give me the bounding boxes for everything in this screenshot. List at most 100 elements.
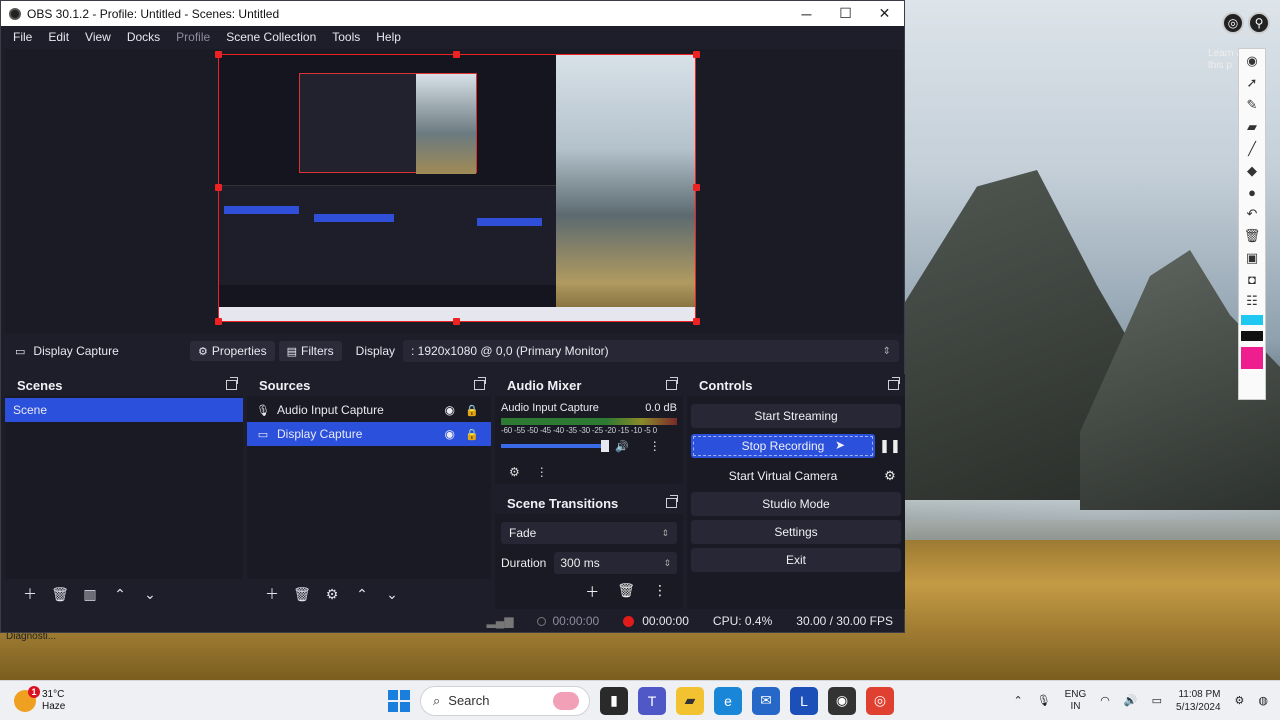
windows-start-button[interactable] <box>388 689 410 712</box>
undo-icon[interactable]: ↶ <box>1247 206 1258 222</box>
language-indicator[interactable]: ENG IN <box>1065 689 1087 713</box>
weather-widget[interactable]: 1 31°C Haze <box>14 685 65 713</box>
resize-handle[interactable] <box>215 184 222 191</box>
add-icon[interactable]: ＋ <box>257 582 287 606</box>
studio-mode-button[interactable]: Studio Mode <box>691 492 901 516</box>
more-options-icon[interactable]: ⋮ <box>653 582 667 602</box>
colorful-app-icon[interactable]: ◍ <box>1258 694 1268 707</box>
eraser-icon[interactable]: ◆ <box>1247 163 1257 179</box>
teams-icon[interactable]: T <box>638 686 666 715</box>
trash-icon[interactable]: 🗑 <box>45 582 75 606</box>
properties-button[interactable]: ⚙ Properties <box>190 341 275 361</box>
trash-icon[interactable]: 🗑 <box>1244 228 1261 244</box>
advanced-audio-icon[interactable]: ⚙ <box>509 465 520 479</box>
line-icon[interactable]: ╱ <box>1248 141 1256 157</box>
mixer-menu-icon[interactable]: ⋮ <box>536 465 548 479</box>
float-dock-icon[interactable] <box>888 377 900 390</box>
float-dock-icon[interactable] <box>666 377 678 390</box>
trash-icon[interactable]: 🗑 <box>287 582 317 606</box>
edge-icon[interactable]: e <box>714 686 742 715</box>
file-explorer-icon[interactable]: ▰ <box>676 686 704 715</box>
wifi-icon[interactable]: ◠ <box>1100 694 1110 707</box>
preview-canvas[interactable] <box>5 49 903 334</box>
volume-icon[interactable]: 🔊 <box>1124 694 1138 707</box>
float-dock-icon[interactable] <box>666 495 678 508</box>
chrome-icon[interactable]: ◎ <box>866 686 894 715</box>
microphone-icon[interactable]: 🎙 <box>1037 694 1051 707</box>
display-select[interactable]: : 1920x1080 @ 0,0 (Primary Monitor) ⇕ <box>403 340 899 362</box>
eye-icon[interactable]: ◉ <box>445 427 455 441</box>
settings-button[interactable]: Settings <box>691 520 901 544</box>
maximize-button[interactable]: ☐ <box>826 1 865 26</box>
transition-select[interactable]: Fade ⇕ <box>501 522 677 544</box>
taskbar-search[interactable]: ⌕ Search <box>420 685 590 716</box>
start-virtual-camera-button[interactable]: Start Virtual Camera <box>691 464 875 488</box>
speaker-icon[interactable]: 🔊 <box>615 440 629 453</box>
chevron-up-icon[interactable]: ⌃ <box>105 582 135 606</box>
close-button[interactable]: ✕ <box>865 1 904 26</box>
stop-recording-button[interactable]: Stop Recording ➤ <box>691 434 875 458</box>
battery-icon[interactable]: ▭ <box>1152 694 1162 707</box>
source-item-audio-input[interactable]: 🎙 Audio Input Capture ◉ 🔒 <box>247 398 491 422</box>
resize-handle[interactable] <box>215 51 222 58</box>
gear-icon[interactable]: ⚙ <box>875 464 905 488</box>
exit-button[interactable]: Exit <box>691 548 901 572</box>
float-dock-icon[interactable] <box>226 377 238 390</box>
obs-app-icon[interactable]: ◉ <box>828 686 856 715</box>
camera-icon[interactable]: ◘ <box>1248 272 1256 287</box>
chevron-down-icon[interactable]: ⌄ <box>377 582 407 606</box>
highlighter-icon[interactable]: ▰ <box>1247 119 1257 135</box>
settings-gear-icon[interactable]: ⚙ <box>1235 694 1245 707</box>
menu-tools[interactable]: Tools <box>324 30 368 44</box>
menu-help[interactable]: Help <box>368 30 409 44</box>
scene-item[interactable]: Scene <box>5 398 243 422</box>
chevron-down-icon[interactable]: ⌄ <box>135 582 165 606</box>
start-streaming-button[interactable]: Start Streaming <box>691 404 901 428</box>
lock-icon[interactable]: 🔒 <box>465 428 479 441</box>
menu-view[interactable]: View <box>77 30 119 44</box>
menu-edit[interactable]: Edit <box>40 30 77 44</box>
overlay-app-badges[interactable]: ◎ ⚲ <box>1222 12 1270 42</box>
filters-button[interactable]: ▤ Filters <box>278 341 342 361</box>
resize-handle[interactable] <box>693 318 700 325</box>
chevron-up-icon[interactable]: ⌃ <box>347 582 377 606</box>
resize-handle[interactable] <box>693 184 700 191</box>
float-dock-icon[interactable] <box>474 377 486 390</box>
minimize-button[interactable]: ─ <box>787 1 826 26</box>
screen-icon[interactable]: ▣ <box>1246 250 1258 266</box>
filter-icon[interactable]: ▥ <box>75 582 105 606</box>
color-swatch-cyan[interactable] <box>1241 315 1263 325</box>
resize-handle[interactable] <box>693 51 700 58</box>
menu-file[interactable]: File <box>5 30 40 44</box>
clipboard-icon[interactable]: ☷ <box>1246 293 1258 309</box>
mail-icon[interactable]: ✉ <box>752 686 780 715</box>
title-bar[interactable]: OBS 30.1.2 - Profile: Untitled - Scenes:… <box>1 1 904 26</box>
color-swatch-black[interactable] <box>1241 331 1263 341</box>
task-view-icon[interactable]: ▮ <box>600 686 628 715</box>
resize-handle[interactable] <box>215 318 222 325</box>
menu-scene-collection[interactable]: Scene Collection <box>218 30 324 44</box>
lock-icon[interactable]: 🔒 <box>465 404 479 417</box>
menu-docks[interactable]: Docks <box>119 30 168 44</box>
l-app-icon[interactable]: L <box>790 686 818 715</box>
pin-icon[interactable]: ⚲ <box>1248 12 1270 34</box>
add-icon[interactable]: ＋ <box>15 582 45 606</box>
gear-icon[interactable]: ⚙ <box>317 582 347 606</box>
resize-handle[interactable] <box>453 51 460 58</box>
dot-icon[interactable]: ● <box>1248 185 1256 200</box>
more-options-icon[interactable]: ⋮ <box>649 439 661 453</box>
menu-profile[interactable]: Profile <box>168 30 218 44</box>
pen-icon[interactable]: ✎ <box>1247 97 1258 113</box>
annotation-toolbar[interactable]: ◉ ➚ ✎ ▰ ╱ ◆ ● ↶ 🗑 ▣ ◘ ☷ <box>1238 48 1266 400</box>
duration-spinbox[interactable]: 300 ms ⇕ <box>554 552 677 574</box>
color-swatch-magenta[interactable] <box>1241 347 1263 369</box>
eye-icon[interactable]: ◉ <box>1246 53 1257 69</box>
trash-icon[interactable]: 🗑 <box>617 582 635 602</box>
chevron-up-icon[interactable]: ⌃ <box>1013 694 1022 707</box>
resize-handle[interactable] <box>453 318 460 325</box>
source-item-display-capture[interactable]: ▭ Display Capture ◉ 🔒 <box>247 422 491 446</box>
add-icon[interactable]: ＋ <box>585 582 599 602</box>
volume-slider[interactable] <box>501 440 609 452</box>
clock[interactable]: 11:08 PM 5/13/2024 <box>1176 688 1221 714</box>
eye-icon[interactable]: ◉ <box>445 403 455 417</box>
